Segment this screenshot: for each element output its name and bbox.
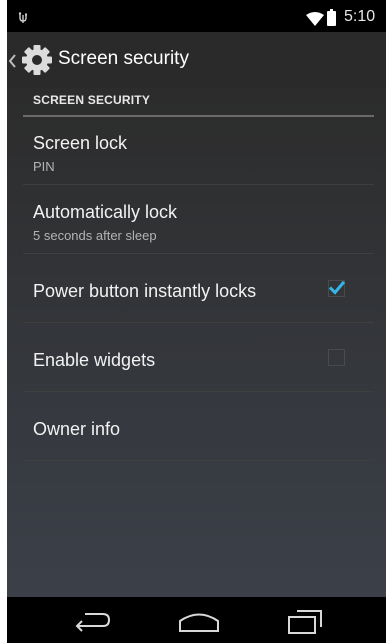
item-title: Power button instantly locks bbox=[33, 281, 257, 301]
page-title: Screen security bbox=[58, 48, 189, 69]
back-icon[interactable] bbox=[73, 609, 113, 637]
item-summary: 5 seconds after sleep bbox=[33, 228, 157, 243]
gear-icon[interactable] bbox=[20, 43, 54, 81]
status-bar: 5:10 bbox=[7, 0, 386, 32]
device-screen: 5:10 Screen security SCREEN SECURITY Scr… bbox=[7, 0, 386, 643]
item-divider bbox=[23, 460, 374, 461]
power-button-instantly-locks-checkbox[interactable] bbox=[328, 280, 346, 297]
item-title: Automatically lock bbox=[33, 202, 178, 222]
navigation-bar bbox=[7, 597, 386, 643]
automatically-lock-item[interactable]: Automatically lock 5 seconds after sleep bbox=[7, 186, 386, 254]
item-summary: PIN bbox=[33, 159, 55, 174]
item-divider bbox=[23, 184, 374, 185]
screen-lock-item[interactable]: Screen lock PIN bbox=[7, 117, 386, 185]
status-time: 5:10 bbox=[344, 8, 376, 25]
enable-widgets-item[interactable]: Enable widgets bbox=[7, 324, 386, 392]
battery-icon bbox=[327, 9, 336, 26]
item-title: Owner info bbox=[33, 419, 121, 439]
action-bar: Screen security bbox=[7, 32, 386, 88]
power-button-instantly-locks-item[interactable]: Power button instantly locks bbox=[7, 255, 386, 323]
item-divider bbox=[23, 253, 374, 254]
usb-icon bbox=[17, 9, 29, 28]
settings-list: SCREEN SECURITY Screen lock PIN Automati… bbox=[7, 88, 386, 597]
item-title: Enable widgets bbox=[33, 350, 156, 370]
item-divider bbox=[23, 322, 374, 323]
up-caret-icon[interactable] bbox=[8, 53, 17, 72]
item-divider bbox=[23, 391, 374, 392]
owner-info-item[interactable]: Owner info bbox=[7, 393, 386, 461]
recent-apps-icon[interactable] bbox=[287, 609, 323, 639]
wifi-icon bbox=[306, 11, 324, 30]
section-header: SCREEN SECURITY bbox=[33, 93, 151, 107]
enable-widgets-checkbox[interactable] bbox=[328, 349, 345, 366]
item-title: Screen lock bbox=[33, 133, 128, 153]
home-icon[interactable] bbox=[177, 609, 221, 637]
